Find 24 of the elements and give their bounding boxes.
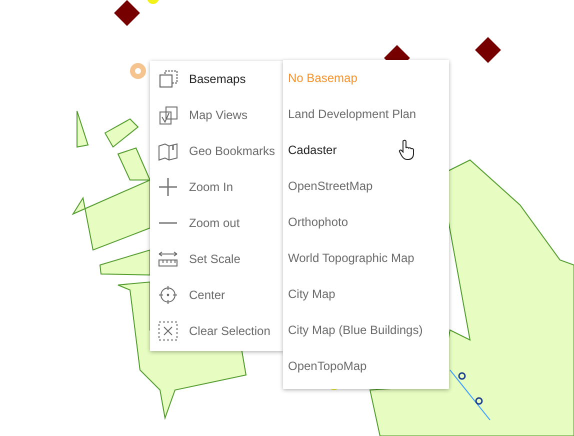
checked-windows-icon	[158, 105, 178, 125]
menu-item[interactable]: Set Scale	[150, 241, 284, 277]
book-icon	[158, 141, 178, 161]
basemap-option[interactable]: OpenTopoMap	[283, 348, 449, 384]
minus-icon	[158, 222, 178, 224]
clear-selection-icon	[158, 321, 178, 341]
menu-item[interactable]: Zoom out	[150, 205, 284, 241]
menu-item[interactable]: Map Views	[150, 97, 284, 133]
basemap-option[interactable]: Cadaster	[283, 132, 449, 168]
basemap-option[interactable]: City Map (Blue Buildings)	[283, 312, 449, 348]
basemap-option[interactable]: Land Development Plan	[283, 96, 449, 132]
menu-item[interactable]: Basemaps	[150, 61, 284, 97]
basemap-option[interactable]: Orthophoto	[283, 204, 449, 240]
basemap-option[interactable]: World Topographic Map	[283, 240, 449, 276]
menu-item[interactable]: Clear Selection	[150, 313, 284, 349]
plus-icon	[158, 177, 178, 197]
menu-item[interactable]: Geo Bookmarks	[150, 133, 284, 169]
basemap-option[interactable]: OpenStreetMap	[283, 168, 449, 204]
ruler-icon	[158, 249, 178, 269]
hand-cursor-icon	[398, 139, 416, 161]
menu-item[interactable]: Zoom In	[150, 169, 284, 205]
crosshair-icon	[158, 285, 178, 305]
menu-item[interactable]: Center	[150, 277, 284, 313]
basemap-option[interactable]: City Map	[283, 276, 449, 312]
